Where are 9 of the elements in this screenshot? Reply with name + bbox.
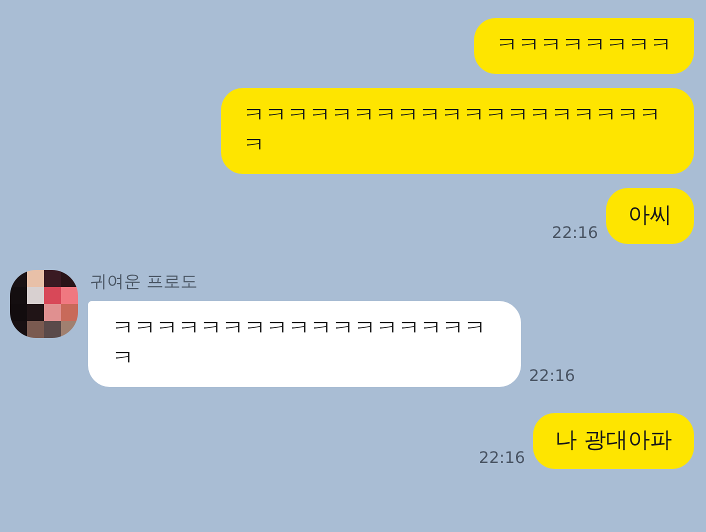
message-bubble: ㅋㅋㅋㅋㅋㅋㅋㅋ	[474, 18, 694, 74]
sender-name: 귀여운 프로도	[90, 271, 198, 293]
message-time: 22:16	[552, 223, 598, 242]
message-time: 22:16	[529, 366, 576, 385]
message-bubble: ㅋㅋㅋㅋㅋㅋㅋㅋㅋㅋㅋㅋㅋㅋㅋㅋㅋㅋ	[88, 301, 521, 387]
message-bubble: ㅋㅋㅋㅋㅋㅋㅋㅋㅋㅋㅋㅋㅋㅋㅋㅋㅋㅋㅋㅋ	[221, 88, 694, 174]
message-bubble: 나 광대아파	[533, 413, 694, 469]
message-time: 22:16	[478, 448, 525, 467]
message-bubble: 아씨	[606, 188, 694, 244]
